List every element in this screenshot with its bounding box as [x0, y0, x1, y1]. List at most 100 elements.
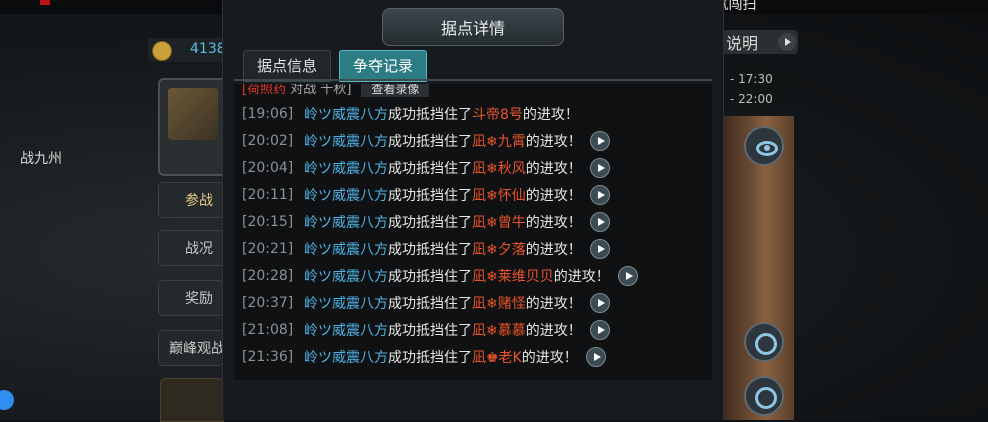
table-row: [20:11] 岭ツ威震八方 成功抵挡住了 凪❄怀仙 的进攻！	[242, 183, 610, 207]
record-time: [20:15]	[242, 214, 294, 230]
record-action: 成功抵挡住了	[388, 323, 472, 339]
attacker-name: 凪♚老K	[472, 350, 522, 366]
record-action: 成功抵挡住了	[388, 296, 472, 312]
record-suffix: 的进攻！	[521, 350, 578, 366]
record-action: 成功抵挡住了	[388, 269, 472, 285]
defender-name: 岭ツ威震八方	[304, 107, 388, 123]
play-replay-icon[interactable]	[585, 347, 606, 367]
record-action: 成功抵挡住了	[388, 161, 472, 177]
coin-icon	[152, 41, 172, 61]
battle-status-button[interactable]: 战况	[158, 230, 224, 266]
play-replay-icon[interactable]	[617, 266, 638, 286]
play-replay-icon[interactable]	[589, 158, 610, 178]
zoom-out-icon[interactable]	[744, 376, 784, 416]
defender-name: 岭ツ威震八方	[304, 161, 388, 177]
table-row: [21:36] 岭ツ威震八方 成功抵挡住了 凪♚老K 的进攻！	[242, 345, 606, 369]
defender-name: 岭ツ威震八方	[304, 134, 388, 150]
table-row: [20:02] 岭ツ威震八方 成功抵挡住了 凪❄九霄 的进攻！	[242, 129, 610, 153]
war-mode-card[interactable]	[158, 78, 228, 176]
eye-icon[interactable]	[744, 126, 784, 166]
table-row: [19:06] 岭ツ威震八方 成功抵挡住了 斗帝8号 的进攻！	[242, 102, 579, 126]
peak-spectate-button[interactable]: 巅峰观战	[158, 330, 224, 366]
join-battle-button[interactable]: 参战	[158, 182, 224, 218]
record-action: 成功抵挡住了	[388, 188, 472, 204]
record-time: [20:02]	[242, 133, 294, 149]
record-time: [20:11]	[242, 187, 294, 203]
attacker-name: 凪❄夕落	[472, 242, 526, 258]
schedule-time: - 22:00	[730, 92, 773, 106]
attacker-name: 凪❄秋风	[472, 161, 526, 177]
defender-name: 岭ツ威震八方	[304, 242, 388, 258]
record-suffix: 的进攻！	[525, 296, 582, 312]
currency-value: 4138	[190, 41, 226, 57]
attacker-name: 凪❄九霄	[472, 134, 526, 150]
dialog-title-plate: 据点详情	[382, 8, 564, 46]
attacker-name: 凪❄怀仙	[472, 188, 526, 204]
record-suffix: 的进攻！	[553, 269, 610, 285]
arrow-right-icon	[778, 33, 796, 51]
defender-name: 岭ツ威震八方	[304, 188, 388, 204]
defender-name: 岭ツ威震八方	[304, 323, 388, 339]
partial-record-row: [荷照药 对战 千秋] 查看录像	[242, 84, 430, 97]
record-time: [20:21]	[242, 241, 294, 257]
record-suffix: 的进攻！	[525, 134, 582, 150]
record-time: [21:08]	[242, 322, 294, 338]
record-suffix: 的进攻！	[525, 188, 582, 204]
table-row: [20:28] 岭ツ威震八方 成功抵挡住了 凪❄莱维贝贝 的进攻！	[242, 264, 638, 288]
explain-label: 说明	[726, 34, 759, 53]
tab-divider	[234, 79, 712, 81]
record-suffix: 的进攻！	[525, 215, 582, 231]
record-time: [21:36]	[242, 349, 294, 365]
record-suffix: 的进攻！	[522, 107, 579, 123]
crossed-swords-icon	[168, 88, 218, 140]
record-action: 成功抵挡住了	[388, 134, 472, 150]
play-replay-icon[interactable]	[589, 131, 610, 151]
record-action: 成功抵挡住了	[388, 107, 472, 123]
schedule-box: - 17:30 - 22:00	[722, 68, 794, 110]
record-time: [20:04]	[242, 160, 294, 176]
table-row: [20:37] 岭ツ威震八方 成功抵挡住了 凪❄赌怪 的进攻！	[242, 291, 610, 315]
record-action: 成功抵挡住了	[388, 242, 472, 258]
record-suffix: 的进攻！	[525, 161, 582, 177]
play-replay-icon[interactable]	[589, 293, 610, 313]
dialog-title: 据点详情	[440, 19, 505, 38]
schedule-time: - 17:30	[730, 72, 773, 86]
currency-display: 4138	[148, 38, 228, 62]
attacker-name: 凪❄曾牛	[472, 215, 526, 231]
defender-name: 岭ツ威震八方	[304, 296, 388, 312]
battle-record-list[interactable]: [荷照药 对战 千秋] 查看录像 [19:06] 岭ツ威震八方 成功抵挡住了 斗帝8号的…	[234, 84, 712, 380]
record-suffix: 的进攻！	[525, 323, 582, 339]
defender-name: 岭ツ威震八方	[304, 350, 388, 366]
record-time: [19:06]	[242, 106, 294, 122]
table-row: [20:15] 岭ツ威震八方 成功抵挡住了 凪❄曾牛 的进攻！	[242, 210, 610, 234]
record-time: [20:28]	[242, 268, 294, 284]
attacker-name: 凪❄慕慕	[472, 323, 526, 339]
table-row: [21:08] 岭ツ威震八方 成功抵挡住了 凪❄慕慕 的进攻！	[242, 318, 610, 342]
record-suffix: 的进攻！	[525, 242, 582, 258]
attacker-name: 凪❄赌怪	[472, 296, 526, 312]
explain-button[interactable]: 说明	[722, 30, 798, 54]
rewards-button[interactable]: 奖励	[158, 280, 224, 316]
tab-battle-records[interactable]: 争夺记录	[339, 50, 427, 82]
play-replay-icon[interactable]	[589, 320, 610, 340]
record-action: 成功抵挡住了	[388, 215, 472, 231]
war-mode-label: 战九州	[20, 151, 62, 167]
play-replay-icon[interactable]	[589, 185, 610, 205]
zoom-in-icon[interactable]	[744, 322, 784, 362]
top-left-marker	[40, 0, 50, 5]
play-replay-icon[interactable]	[589, 239, 610, 259]
record-time: [20:37]	[242, 295, 294, 311]
record-action: 成功抵挡住了	[388, 350, 472, 366]
partial-record-text: 对战 千秋]	[286, 84, 352, 97]
play-replay-icon[interactable]	[589, 212, 610, 232]
tab-stronghold-info[interactable]: 据点信息	[243, 50, 331, 82]
view-replay-button[interactable]: 查看录像	[361, 84, 430, 97]
attacker-name: 凪❄莱维贝贝	[472, 269, 554, 285]
emblem-icon[interactable]	[160, 378, 224, 422]
partial-record-red: [荷照药	[242, 84, 287, 97]
attacker-name: 斗帝8号	[472, 107, 523, 123]
table-row: [20:21] 岭ツ威震八方 成功抵挡住了 凪❄夕落 的进攻！	[242, 237, 610, 261]
table-row: [20:04] 岭ツ威震八方 成功抵挡住了 凪❄秋风 的进攻！	[242, 156, 610, 180]
defender-name: 岭ツ威震八方	[304, 269, 388, 285]
defender-name: 岭ツ威震八方	[304, 215, 388, 231]
